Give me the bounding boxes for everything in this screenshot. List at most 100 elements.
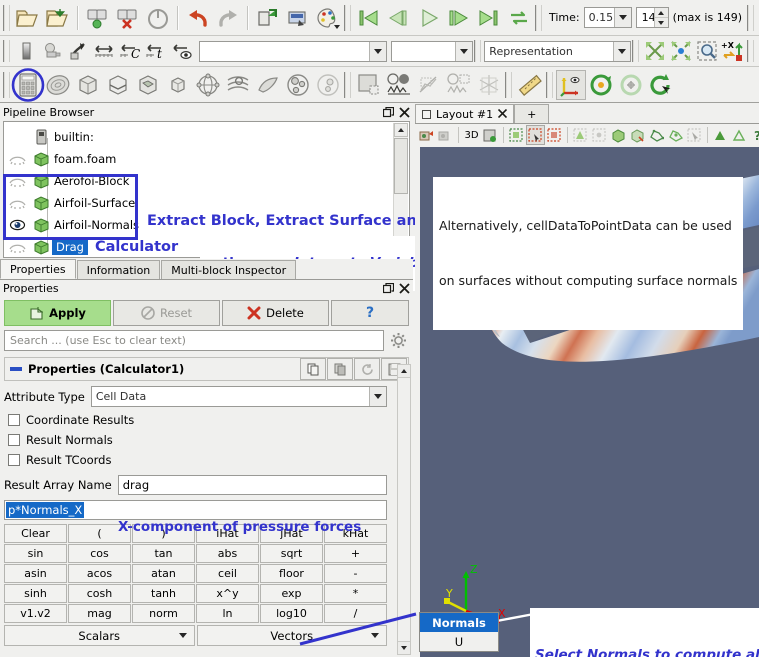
select-cells-icon[interactable] [507,125,526,145]
toolbar-grip[interactable] [344,71,351,98]
rescale-to-data-over-time-icon[interactable]: C [117,38,143,64]
attribute-type-combo[interactable]: Cell Data [90,386,387,407]
pipeline-item-foam[interactable]: foam.foam [4,148,409,170]
stream-tracer-icon[interactable] [223,70,253,100]
previous-frame-icon[interactable] [384,3,414,33]
undo-camera-icon[interactable] [253,3,283,33]
calc-button-multiply[interactable]: * [324,584,387,603]
visibility-toggle[interactable] [4,175,30,187]
select-cells-through-icon[interactable] [545,125,564,145]
center-axes-icon[interactable] [616,70,646,100]
rubber-band-zoom-icon[interactable] [694,38,720,64]
calc-button-minus[interactable]: - [324,564,387,583]
calc-button-dot[interactable]: v1.v2 [4,604,67,623]
result-tcoords-checkbox[interactable] [8,454,20,466]
toolbar-grip[interactable] [344,4,351,31]
slice-icon[interactable] [103,70,133,100]
color-palette-icon[interactable] [313,3,343,33]
rescale-temporal-icon[interactable]: t [143,38,169,64]
color-component-combo[interactable] [391,40,474,62]
chevron-down-icon[interactable] [455,41,473,61]
help-button[interactable]: ? [331,300,409,326]
dropdown-item-u[interactable]: U [420,632,498,651]
select-points-polygon-icon[interactable] [666,125,685,145]
zoom-closest-to-data-icon[interactable] [668,38,694,64]
toolbar-grip[interactable] [505,71,512,98]
tab-multiblock-inspector[interactable]: Multi-block Inspector [161,260,297,279]
calc-button-ceil[interactable]: ceil [196,564,259,583]
result-normals-checkbox[interactable] [8,434,20,446]
chevron-down-icon[interactable] [613,41,630,61]
connect-server-icon[interactable] [83,3,113,33]
toolbar-grip[interactable] [632,40,639,62]
dropdown-item-normals[interactable]: Normals [420,613,498,632]
select-points-icon[interactable] [526,125,545,145]
camera-undo-icon[interactable] [417,125,436,145]
rescale-visible-icon[interactable] [169,38,195,64]
disconnect-server-icon[interactable] [113,3,143,33]
frame-spinbox[interactable]: 149 [635,7,669,28]
toolbar-grip[interactable] [546,71,553,98]
coordinate-results-row[interactable]: Coordinate Results [8,413,409,427]
calc-button-atan[interactable]: atan [132,564,195,583]
calc-button-exp[interactable]: exp [260,584,323,603]
visibility-toggle[interactable] [4,197,30,209]
redo-camera-icon[interactable] [283,3,313,33]
scroll-up-icon[interactable] [394,123,408,137]
select-blocks-icon[interactable] [609,125,628,145]
layout-tab-1[interactable]: Layout #1 [415,104,515,123]
toolbar-grip[interactable] [3,4,10,31]
calc-button-tan[interactable]: tan [132,544,195,563]
scroll-up-icon[interactable] [398,365,410,378]
help-icon[interactable]: ? [749,125,759,145]
representation-combo[interactable]: Representation [484,40,631,62]
result-tcoords-row[interactable]: Result TCoords [8,453,409,467]
vectors-dropdown[interactable]: Vectors [196,625,387,646]
properties-group-header[interactable]: Properties (Calculator1) [4,357,409,381]
interactive-selection-icon[interactable] [481,125,500,145]
select-cells-polygon-icon[interactable] [647,125,666,145]
apply-button[interactable]: Apply [4,300,111,326]
close-icon[interactable] [397,282,411,296]
calc-button-mag[interactable]: mag [68,604,131,623]
contour-icon[interactable] [43,70,73,100]
coordinate-results-checkbox[interactable] [8,414,20,426]
gear-icon[interactable] [387,330,409,351]
reset-camera-icon[interactable] [646,70,676,100]
select-frustum-cells-icon[interactable] [571,125,590,145]
set-view-direction-icon[interactable]: +X [720,38,746,64]
calc-button-asin[interactable]: asin [4,564,67,583]
first-frame-icon[interactable] [354,3,384,33]
chevron-down-icon[interactable] [613,8,631,27]
tab-properties[interactable]: Properties [0,259,76,279]
array-dropdown-popup[interactable]: Normals U [419,612,499,652]
axes-orientation-icon[interactable] [556,69,586,100]
reset-button[interactable]: Reset [113,300,220,326]
extract-level-icon[interactable] [313,70,343,100]
chevron-down-icon[interactable] [178,633,187,638]
redo-icon[interactable] [213,3,243,33]
calc-button-sin[interactable]: sin [4,544,67,563]
color-array-combo[interactable] [199,40,388,62]
restore-defaults-icon[interactable] [354,358,380,380]
calculator-icon[interactable] [11,67,45,102]
float-icon[interactable] [381,106,395,120]
paste-icon[interactable] [327,358,353,380]
plot-attributes-icon[interactable] [444,70,474,100]
visibility-toggle[interactable] [4,241,30,253]
hover-cells-icon[interactable] [730,125,749,145]
copy-icon[interactable] [300,358,326,380]
search-input[interactable]: Search ... (use Esc to clear text) [4,330,384,351]
spin-down-icon[interactable] [654,18,668,27]
toolbar-grip[interactable] [3,71,10,98]
group-datasets-icon[interactable] [283,70,313,100]
properties-scrollbar[interactable] [397,364,411,655]
extract-subset-icon[interactable] [163,70,193,100]
rescale-custom-range-icon[interactable] [91,38,117,64]
toolbar-grip[interactable] [747,4,754,31]
toolbar-grip[interactable] [747,40,754,62]
calc-button-log10[interactable]: log10 [260,604,323,623]
loop-icon[interactable] [504,3,534,33]
toolbar-grip[interactable] [535,4,542,31]
calc-button-ln[interactable]: ln [196,604,259,623]
